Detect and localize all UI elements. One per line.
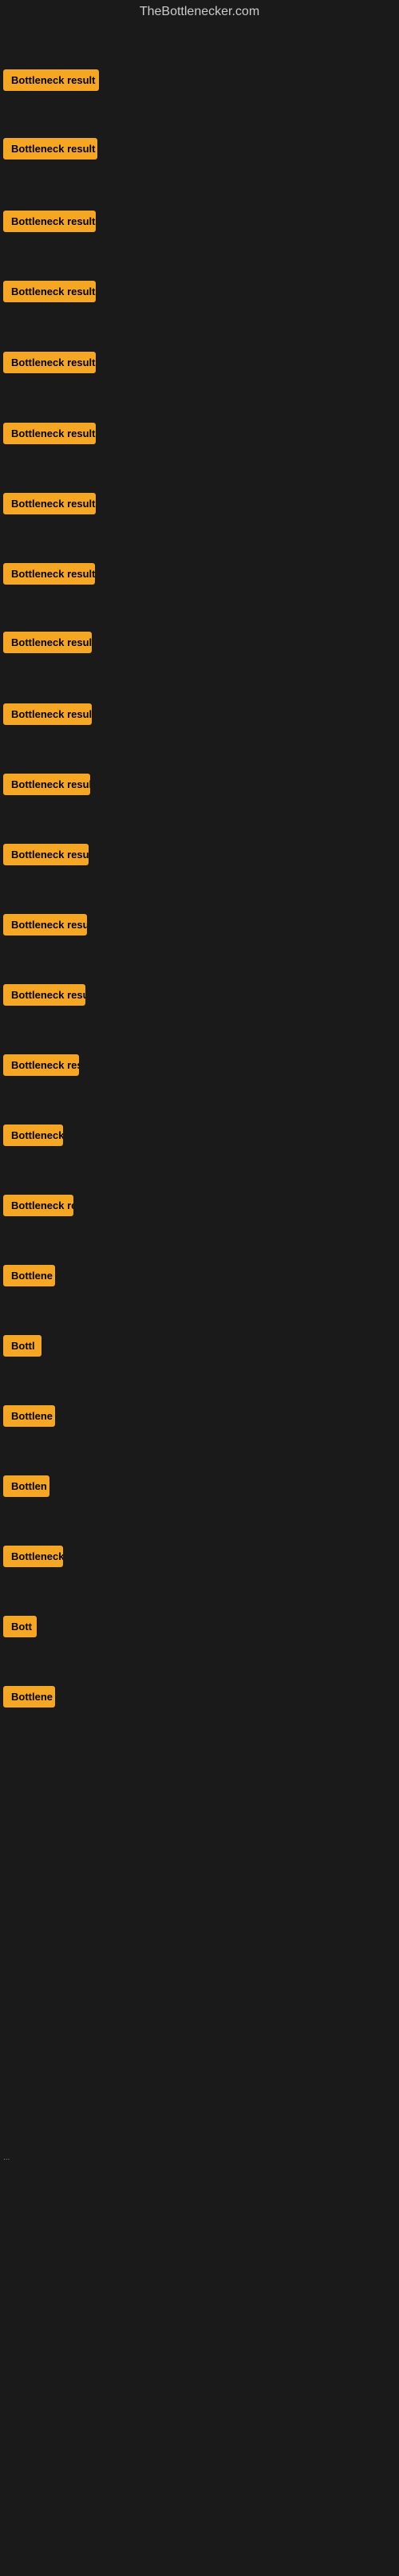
result-row-15: Bottleneck res [0, 1054, 399, 1080]
result-row-22: Bottleneck [0, 1546, 399, 1571]
result-row-4: Bottleneck result [0, 281, 399, 306]
bottleneck-badge-3[interactable]: Bottleneck result [3, 211, 96, 232]
result-row-2: Bottleneck result [0, 138, 399, 163]
result-row-10: Bottleneck result [0, 703, 399, 729]
bottleneck-badge-15[interactable]: Bottleneck res [3, 1054, 79, 1076]
result-row-5: Bottleneck result [0, 352, 399, 377]
result-row-1: Bottleneck result [0, 69, 399, 95]
result-row-9: Bottleneck result [0, 632, 399, 657]
result-row-23: Bott [0, 1616, 399, 1641]
result-row-8: Bottleneck result [0, 563, 399, 589]
bottleneck-badge-21[interactable]: Bottlen [3, 1475, 49, 1497]
bottleneck-badge-7[interactable]: Bottleneck result [3, 493, 96, 514]
bottleneck-badge-8[interactable]: Bottleneck result [3, 563, 95, 585]
site-title: TheBottlenecker.com [0, 0, 399, 24]
result-row-21: Bottlen [0, 1475, 399, 1501]
result-row-3: Bottleneck result [0, 211, 399, 236]
bottleneck-badge-14[interactable]: Bottleneck result [3, 984, 85, 1006]
bottleneck-badge-2[interactable]: Bottleneck result [3, 138, 97, 160]
result-row-14: Bottleneck result [0, 984, 399, 1010]
bottleneck-badge-22[interactable]: Bottleneck [3, 1546, 63, 1567]
ellipsis-text: ... [3, 2153, 10, 2162]
result-row-13: Bottleneck result [0, 914, 399, 939]
result-row-17: Bottleneck re [0, 1195, 399, 1220]
bottleneck-badge-12[interactable]: Bottleneck result [3, 844, 89, 865]
result-row-19: Bottl [0, 1335, 399, 1361]
bottleneck-badge-5[interactable]: Bottleneck result [3, 352, 96, 373]
bottleneck-badge-11[interactable]: Bottleneck result [3, 774, 90, 795]
bottleneck-badge-1[interactable]: Bottleneck result [3, 69, 99, 91]
bottleneck-badge-17[interactable]: Bottleneck re [3, 1195, 73, 1216]
bottleneck-badge-13[interactable]: Bottleneck result [3, 914, 87, 935]
bottleneck-badge-4[interactable]: Bottleneck result [3, 281, 96, 302]
result-row-24: Bottlene [0, 1686, 399, 1711]
result-row-12: Bottleneck result [0, 844, 399, 869]
bottleneck-badge-19[interactable]: Bottl [3, 1335, 41, 1357]
bottleneck-badge-20[interactable]: Bottlene [3, 1405, 55, 1427]
result-row-16: Bottleneck [0, 1125, 399, 1150]
result-row-7: Bottleneck result [0, 493, 399, 518]
bottleneck-badge-10[interactable]: Bottleneck result [3, 703, 92, 725]
result-row-18: Bottlene [0, 1265, 399, 1290]
page-wrapper: TheBottlenecker.com Bottleneck resultBot… [0, 0, 399, 2576]
bottleneck-badge-6[interactable]: Bottleneck result [3, 423, 96, 444]
bottleneck-badge-16[interactable]: Bottleneck [3, 1125, 63, 1146]
bottleneck-badge-9[interactable]: Bottleneck result [3, 632, 92, 653]
bottleneck-badge-18[interactable]: Bottlene [3, 1265, 55, 1286]
bottleneck-badge-23[interactable]: Bott [3, 1616, 37, 1637]
bottleneck-badge-24[interactable]: Bottlene [3, 1686, 55, 1707]
results-container: Bottleneck result Bottleneck result Bottle… [0, 24, 399, 2576]
result-row-20: Bottlene [0, 1405, 399, 1431]
result-row-6: Bottleneck result [0, 423, 399, 448]
result-row-11: Bottleneck result [0, 774, 399, 799]
